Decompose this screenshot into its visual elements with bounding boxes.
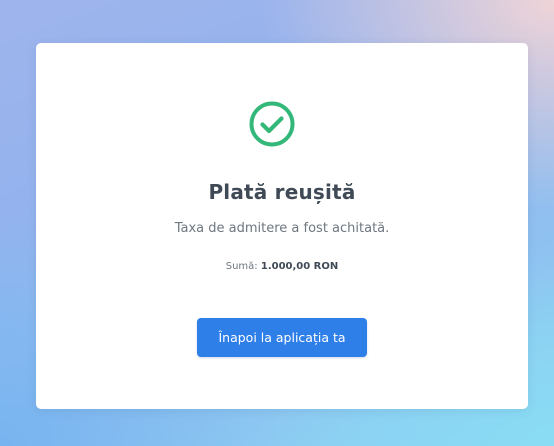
- check-circle-icon: [248, 100, 296, 148]
- back-to-application-button[interactable]: Înapoi la aplicația ta: [197, 318, 367, 357]
- amount-label: Sumă:: [225, 261, 258, 272]
- payment-success-title: Plată reușită: [208, 180, 356, 204]
- page-background: { "icon": { "name": "check-circle-icon",…: [0, 0, 554, 446]
- payment-amount: Sumă: 1.000,00 RON: [36, 261, 528, 272]
- payment-success-message: Taxa de admitere a fost achitată.: [174, 221, 390, 236]
- amount-value: 1.000,00 RON: [260, 261, 339, 272]
